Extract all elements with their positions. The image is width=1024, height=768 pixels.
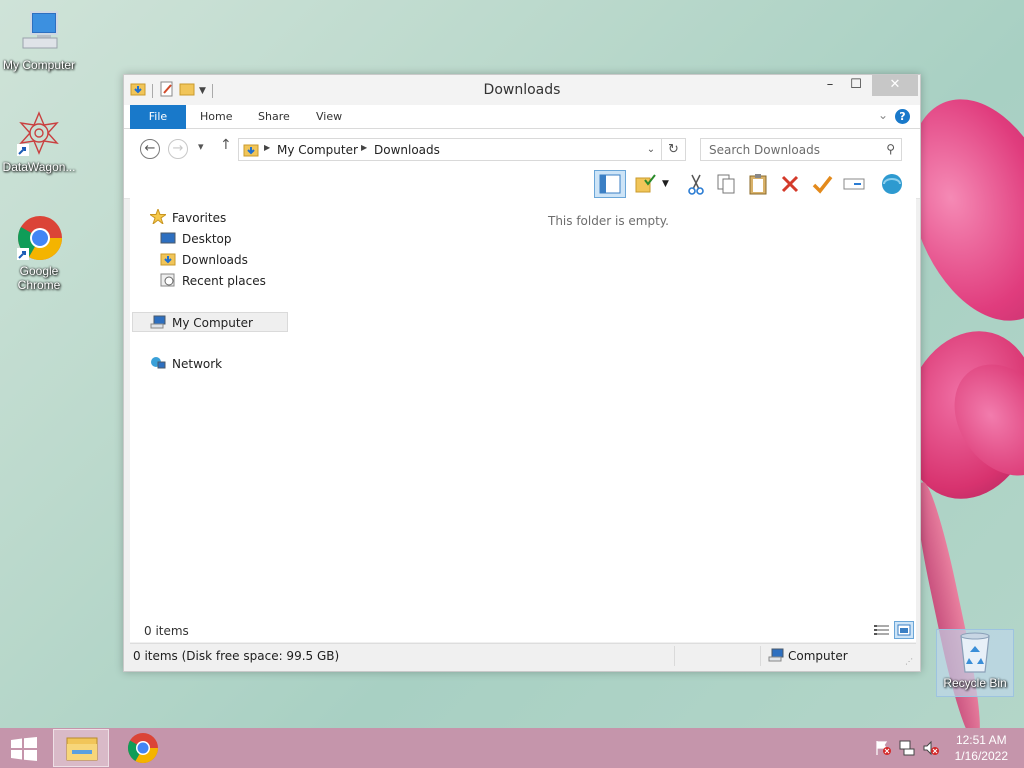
- copy-icon[interactable]: [714, 172, 738, 196]
- volume-muted-icon[interactable]: [922, 740, 940, 756]
- network-tray-icon[interactable]: [898, 740, 916, 756]
- cut-icon[interactable]: [684, 172, 708, 196]
- breadcrumb-arrow-icon[interactable]: ▶: [264, 143, 270, 152]
- breadcrumb-downloads[interactable]: Downloads: [374, 143, 440, 157]
- computer-icon: [150, 315, 166, 329]
- desktop-icon-label: Recycle Bin: [943, 676, 1007, 690]
- clock-date: 1/16/2022: [954, 749, 1008, 763]
- star-icon: [148, 207, 168, 226]
- title-bar[interactable]: ▼ Downloads – ☐ ✕: [124, 75, 920, 105]
- ribbon-tabs: File Home Share View ⌄ ?: [124, 105, 920, 129]
- tab-home[interactable]: Home: [186, 105, 246, 129]
- desktop-icon-datawagon[interactable]: DataWagon...: [0, 110, 78, 174]
- taskbar-file-explorer[interactable]: [53, 729, 109, 767]
- search-input[interactable]: Search Downloads ⚲: [700, 138, 902, 161]
- file-explorer-icon: [66, 737, 98, 761]
- recent-places-icon: [160, 273, 176, 287]
- status-disk-space: 0 items (Disk free space: 99.5 GB): [133, 649, 340, 663]
- nav-downloads[interactable]: Downloads: [160, 250, 248, 270]
- desktop-icon-label: DataWagon...: [2, 160, 76, 174]
- start-button[interactable]: [10, 737, 38, 761]
- minimize-button[interactable]: –: [816, 75, 844, 96]
- large-icons-view-icon[interactable]: [894, 621, 914, 639]
- windows-logo-icon: [11, 737, 37, 761]
- up-button[interactable]: ↑: [220, 137, 232, 153]
- preview-pane-button[interactable]: [594, 170, 626, 198]
- breadcrumb-my-computer[interactable]: My Computer: [277, 143, 358, 157]
- nav-desktop[interactable]: Desktop: [160, 229, 232, 249]
- select-dropdown-icon[interactable]: ▼: [662, 172, 674, 196]
- chrome-icon: [15, 214, 63, 262]
- system-clock[interactable]: 12:51 AM 1/16/2022: [955, 732, 1008, 764]
- desktop-icon: [160, 231, 176, 245]
- search-placeholder: Search Downloads: [709, 143, 820, 157]
- item-count: 0 items: [144, 624, 189, 638]
- computer-icon: [15, 8, 63, 56]
- close-button[interactable]: ✕: [872, 75, 918, 96]
- navigation-pane: Favorites Desktop Downloads Recent place…: [130, 198, 290, 642]
- content-area: Favorites Desktop Downloads Recent place…: [130, 198, 916, 642]
- command-toolbar: ▼: [124, 169, 920, 199]
- taskbar: 12:51 AM 1/16/2022: [0, 728, 1024, 768]
- rename-icon[interactable]: [842, 172, 866, 196]
- status-bar: 0 items (Disk free space: 99.5 GB) Compu…: [130, 643, 916, 667]
- properties-globe-icon[interactable]: [880, 172, 904, 196]
- desktop-icon-recycle-bin[interactable]: Recycle Bin: [936, 629, 1014, 697]
- maximize-button[interactable]: ☐: [842, 75, 870, 96]
- computer-icon: [768, 648, 784, 665]
- recycle-bin-icon: [951, 630, 999, 674]
- details-view-icon[interactable]: [872, 621, 892, 639]
- nav-favorites[interactable]: Favorites: [148, 207, 226, 228]
- clock-time: 12:51 AM: [955, 733, 1007, 747]
- refresh-button[interactable]: ↻: [662, 138, 686, 161]
- navigation-bar: ← → ▾ ↑ ▶ My Computer ▶ Downloads ⌄ ↻ Se…: [124, 129, 920, 169]
- window-title: Downloads: [483, 82, 561, 98]
- nav-network[interactable]: Network: [150, 354, 222, 374]
- desktop-icon-label: Google Chrome: [17, 264, 61, 292]
- address-dropdown-icon[interactable]: ⌄: [642, 139, 660, 160]
- empty-folder-message: This folder is empty.: [548, 214, 669, 228]
- nav-recent-places[interactable]: Recent places: [160, 271, 266, 291]
- desktop-icon-my-computer[interactable]: My Computer: [0, 8, 78, 72]
- address-bar[interactable]: ▶ My Computer ▶ Downloads ⌄: [238, 138, 662, 161]
- recent-locations-icon[interactable]: ▾: [198, 140, 204, 153]
- back-button[interactable]: ←: [140, 139, 160, 159]
- action-center-flag-icon[interactable]: [874, 740, 892, 756]
- forward-button[interactable]: →: [168, 139, 188, 159]
- datawagon-logo-icon: [15, 110, 63, 158]
- network-icon: [150, 356, 166, 370]
- expand-ribbon-icon[interactable]: ⌄: [878, 108, 888, 122]
- breadcrumb-arrow-icon[interactable]: ▶: [361, 143, 367, 152]
- delete-icon[interactable]: [778, 172, 802, 196]
- search-icon: ⚲: [886, 142, 895, 156]
- paste-icon[interactable]: [746, 172, 770, 196]
- checkmark-icon[interactable]: [810, 172, 834, 196]
- desktop-icon-label: My Computer: [2, 58, 76, 72]
- taskbar-google-chrome[interactable]: [115, 729, 171, 767]
- tab-file[interactable]: File: [130, 105, 186, 129]
- desktop-icon-google-chrome[interactable]: Google Chrome: [0, 214, 78, 292]
- help-button[interactable]: ?: [895, 109, 910, 124]
- chrome-icon: [127, 733, 158, 764]
- tab-view[interactable]: View: [302, 105, 356, 129]
- status-location: Computer: [788, 649, 848, 663]
- explorer-window: ▼ Downloads – ☐ ✕ File Home Share View ⌄…: [123, 74, 921, 672]
- tab-share[interactable]: Share: [244, 105, 304, 129]
- resize-grip-icon[interactable]: ⋰: [905, 657, 913, 666]
- folder-download-icon: [243, 142, 259, 161]
- nav-my-computer[interactable]: My Computer: [132, 312, 288, 332]
- select-folder-icon[interactable]: [634, 172, 658, 196]
- downloads-folder-icon: [160, 252, 176, 266]
